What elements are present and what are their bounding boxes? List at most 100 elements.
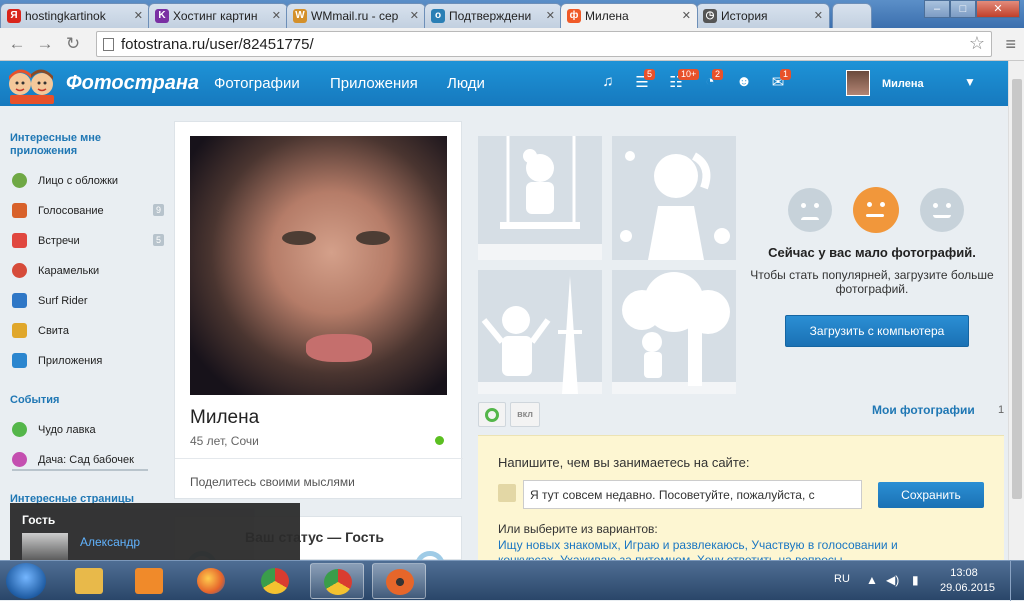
neutral-face-icon xyxy=(853,187,899,233)
music-icon[interactable]: ♫ xyxy=(598,73,618,93)
site-logo[interactable]: Фотострана xyxy=(66,72,199,95)
share-thoughts-input[interactable]: Поделитесь своими мыслями xyxy=(175,458,463,500)
games-icon[interactable]: ◔ 2 xyxy=(700,69,724,93)
mail-icon[interactable]: ✉ 1 xyxy=(768,69,792,93)
activity-title: Напишите, чем вы занимаетесь на сайте: xyxy=(498,455,750,470)
eye xyxy=(880,202,885,207)
nav-people[interactable]: Люди xyxy=(447,75,485,92)
user-menu-arrow-icon[interactable]: ▼ xyxy=(964,75,976,89)
close-tab-icon[interactable]: ✕ xyxy=(546,9,555,22)
friends-icon[interactable]: ☻ xyxy=(734,73,754,93)
profile-photo[interactable] xyxy=(190,136,447,395)
close-tab-icon[interactable]: ✕ xyxy=(814,9,823,22)
chrome-active-taskbar-icon[interactable] xyxy=(310,563,364,599)
sidebar-item-suite[interactable]: Свита xyxy=(12,322,164,342)
activity-or-text: Или выберите из вариантов: xyxy=(498,522,658,536)
sidebar-item-dacha[interactable]: Дача: Сад бабочек xyxy=(12,451,148,471)
feed-icon[interactable]: ☷ 10+ xyxy=(666,69,700,93)
user-avatar[interactable] xyxy=(846,70,870,96)
placeholder-photo-tree[interactable] xyxy=(612,270,736,394)
tab-wmmail[interactable]: W WMmail.ru - сер ✕ xyxy=(286,3,426,28)
vk-button[interactable]: вкл xyxy=(510,402,540,427)
volume-icon[interactable]: ◀) xyxy=(886,573,899,587)
system-clock[interactable]: 13:08 29.06.2015 xyxy=(940,566,995,596)
spiral-app-button[interactable] xyxy=(478,402,506,427)
network-icon[interactable]: ▮ xyxy=(912,573,919,587)
show-desktop-button[interactable] xyxy=(1010,561,1024,601)
sidebar-item-candies[interactable]: Карамельки xyxy=(12,262,164,282)
guest-avatar[interactable] xyxy=(22,533,68,560)
surf-rider-icon xyxy=(12,293,27,308)
browser-toolbar: ← → ↻ fotostrana.ru/user/82451775/ ☆ ≡ xyxy=(0,28,1024,61)
explorer-taskbar-icon[interactable] xyxy=(62,563,116,599)
activity-input[interactable]: Я тут совсем недавно. Посоветуйте, пожал… xyxy=(523,480,862,509)
news-icon[interactable]: ☰ 5 xyxy=(632,69,656,93)
option-link[interactable]: Ищу новых знакомых xyxy=(498,538,617,552)
tab-history[interactable]: ◷ История ✕ xyxy=(696,3,830,28)
placeholder-photo-girl[interactable] xyxy=(612,136,736,260)
scrollbar-thumb[interactable] xyxy=(1012,79,1022,499)
forward-icon[interactable]: → xyxy=(34,34,56,54)
tray-arrow-icon[interactable]: ▲ xyxy=(866,573,878,587)
reload-icon[interactable]: ↻ xyxy=(62,34,84,54)
close-window-button[interactable]: ✕ xyxy=(976,0,1020,18)
fotostrana-logo-icon[interactable] xyxy=(6,64,58,104)
feed-badge: 10+ xyxy=(678,69,700,80)
tab-confirmation[interactable]: o Подтверждени ✕ xyxy=(424,3,562,28)
firefox-taskbar-icon[interactable] xyxy=(184,563,238,599)
tab-label: Подтверждени xyxy=(449,9,532,23)
sidebar-item-surf-rider[interactable]: Surf Rider xyxy=(12,292,164,312)
windows-start-button[interactable] xyxy=(6,563,46,599)
address-bar[interactable]: fotostrana.ru/user/82451775/ ☆ xyxy=(96,31,992,57)
placeholder-photo-swing[interactable] xyxy=(478,136,602,260)
nav-apps[interactable]: Приложения xyxy=(330,75,418,92)
events-heading[interactable]: События xyxy=(10,394,59,407)
face-cover-icon xyxy=(12,173,27,188)
guest-name[interactable]: Александр xyxy=(80,535,140,549)
nav-photos[interactable]: Фотографии xyxy=(214,75,300,92)
my-photos-link[interactable]: Мои фотографии xyxy=(872,403,975,417)
new-tab-button[interactable] xyxy=(832,3,872,28)
bookmark-star-icon[interactable]: ☆ xyxy=(969,33,985,54)
activity-box: Напишите, чем вы занимаетесь на сайте: Я… xyxy=(478,435,1004,567)
language-indicator[interactable]: RU xyxy=(834,573,850,585)
sidebar-item-voting[interactable]: Голосование 9 xyxy=(12,202,164,222)
maximize-button[interactable]: □ xyxy=(950,0,976,18)
back-icon[interactable]: ← xyxy=(6,34,28,54)
mail-badge: 1 xyxy=(780,69,792,80)
sidebar-item-wonder-shop[interactable]: Чудо лавка xyxy=(12,421,164,441)
sidebar-item-face-cover[interactable]: Лицо с обложки xyxy=(12,172,164,192)
tree-illustration xyxy=(612,272,736,394)
user-name[interactable]: Милена xyxy=(882,78,924,90)
guest-notification[interactable]: Гость Александр xyxy=(10,503,300,560)
profile-age-city: 45 лет, Сочи xyxy=(190,434,259,448)
close-tab-icon[interactable]: ✕ xyxy=(682,9,691,22)
upload-from-computer-button[interactable]: Загрузить с компьютера xyxy=(785,315,969,347)
option-link[interactable]: Играю и развлекаюсь xyxy=(624,538,745,552)
fotostrana-icon: ф xyxy=(567,9,581,23)
chrome-taskbar-icon[interactable] xyxy=(248,563,302,599)
tab-milena[interactable]: ф Милена ✕ xyxy=(560,3,698,28)
placeholder-photo-eiffel[interactable] xyxy=(478,270,602,394)
tab-hosting-kartinok[interactable]: K Хостинг картин ✕ xyxy=(148,3,288,28)
minimize-button[interactable]: – xyxy=(924,0,950,18)
app-taskbar-icon[interactable] xyxy=(372,563,426,599)
browser-menu-icon[interactable]: ≡ xyxy=(1005,34,1016,55)
eye xyxy=(801,203,806,208)
close-tab-icon[interactable]: ✕ xyxy=(134,9,143,22)
media-taskbar-icon[interactable] xyxy=(122,563,176,599)
apps-heading[interactable]: Интересные мне приложения xyxy=(10,132,140,158)
music-glyph: ♫ xyxy=(602,73,614,90)
media-player-icon xyxy=(135,568,163,594)
close-tab-icon[interactable]: ✕ xyxy=(410,9,419,22)
save-button[interactable]: Сохранить xyxy=(878,482,984,508)
eye xyxy=(814,203,819,208)
close-tab-icon[interactable]: ✕ xyxy=(272,9,281,22)
voting-count-badge: 9 xyxy=(152,204,164,216)
tab-hostingkartinok[interactable]: Я hostingkartinok ✕ xyxy=(0,3,150,28)
sidebar-item-meetings[interactable]: Встречи 5 xyxy=(12,232,164,252)
wmmail-icon: W xyxy=(293,9,307,23)
girl-illustration xyxy=(620,151,730,260)
sidebar-item-apps[interactable]: Приложения xyxy=(12,352,164,372)
page-scrollbar[interactable] xyxy=(1008,61,1024,560)
